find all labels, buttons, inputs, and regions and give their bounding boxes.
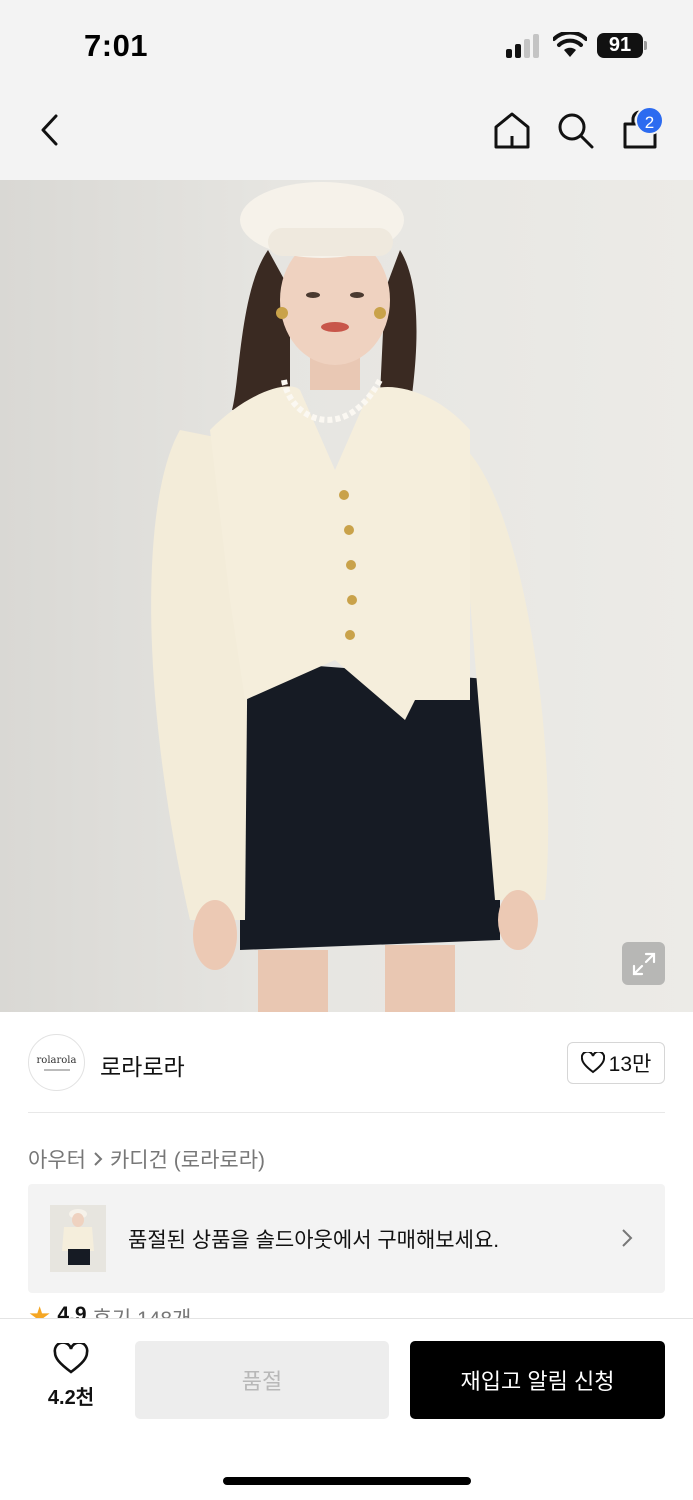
back-button[interactable] — [28, 108, 72, 152]
bottom-action-bar: 4.2천 품절 재입고 알림 신청 — [0, 1318, 693, 1500]
chevron-right-icon — [94, 1152, 103, 1166]
battery-tip — [644, 41, 647, 50]
rating-value: 4.9 — [57, 1303, 87, 1319]
breadcrumb-subcategory[interactable]: 카디건 (로라로라) — [110, 1144, 265, 1174]
home-icon — [494, 112, 530, 149]
brand-logo-underline — [43, 1068, 70, 1071]
expand-image-button[interactable] — [622, 942, 665, 985]
model-photo — [151, 182, 549, 1012]
brand-logo[interactable]: rolarola — [28, 1034, 85, 1091]
restock-alert-button[interactable]: 재입고 알림 신청 — [410, 1341, 665, 1419]
breadcrumb-category[interactable]: 아우터 — [28, 1144, 86, 1174]
status-time: 7:01 — [84, 28, 149, 63]
chevron-left-icon — [41, 114, 58, 146]
soldout-button[interactable]: 품절 — [135, 1341, 389, 1419]
brand-row: rolarola 로라로라 13만 — [28, 1034, 665, 1092]
divider — [28, 1112, 665, 1113]
breadcrumb: 아우터 카디건 (로라로라) — [28, 1144, 265, 1174]
heart-icon — [53, 1343, 89, 1374]
search-button[interactable] — [553, 108, 597, 152]
cart-count-badge: 2 — [635, 106, 664, 135]
battery-indicator: 91 — [597, 33, 643, 58]
rating-row[interactable]: ★ 4.9 후기 148개 — [28, 1303, 191, 1319]
product-image[interactable] — [0, 180, 693, 1012]
top-nav-bar: 2 — [0, 90, 693, 180]
search-icon — [558, 113, 594, 149]
brand-name[interactable]: 로라로라 — [100, 1048, 185, 1082]
review-count: 후기 148개 — [93, 1303, 192, 1319]
wishlist-button[interactable]: 4.2천 — [40, 1343, 102, 1413]
wishlist-count: 4.2천 — [47, 1387, 95, 1409]
wifi-icon — [553, 32, 587, 57]
brand-logo-text: rolarola — [36, 1054, 77, 1066]
product-thumbnail — [50, 1205, 106, 1272]
soldout-promo-card[interactable]: 품절된 상품을 솔드아웃에서 구매해보세요. — [28, 1184, 665, 1293]
brand-like-button[interactable]: 13만 — [567, 1042, 665, 1084]
heart-icon — [580, 1052, 605, 1074]
expand-icon — [632, 952, 655, 975]
star-icon: ★ — [28, 1303, 52, 1319]
home-button[interactable] — [490, 108, 534, 152]
chevron-right-icon — [622, 1229, 633, 1247]
home-indicator — [223, 1477, 471, 1485]
brand-like-count: 13만 — [608, 1053, 652, 1076]
status-bar: 7:01 91 — [0, 0, 693, 90]
cellular-signal-icon — [506, 34, 544, 58]
soldout-promo-text: 품절된 상품을 솔드아웃에서 구매해보세요. — [128, 1229, 500, 1252]
